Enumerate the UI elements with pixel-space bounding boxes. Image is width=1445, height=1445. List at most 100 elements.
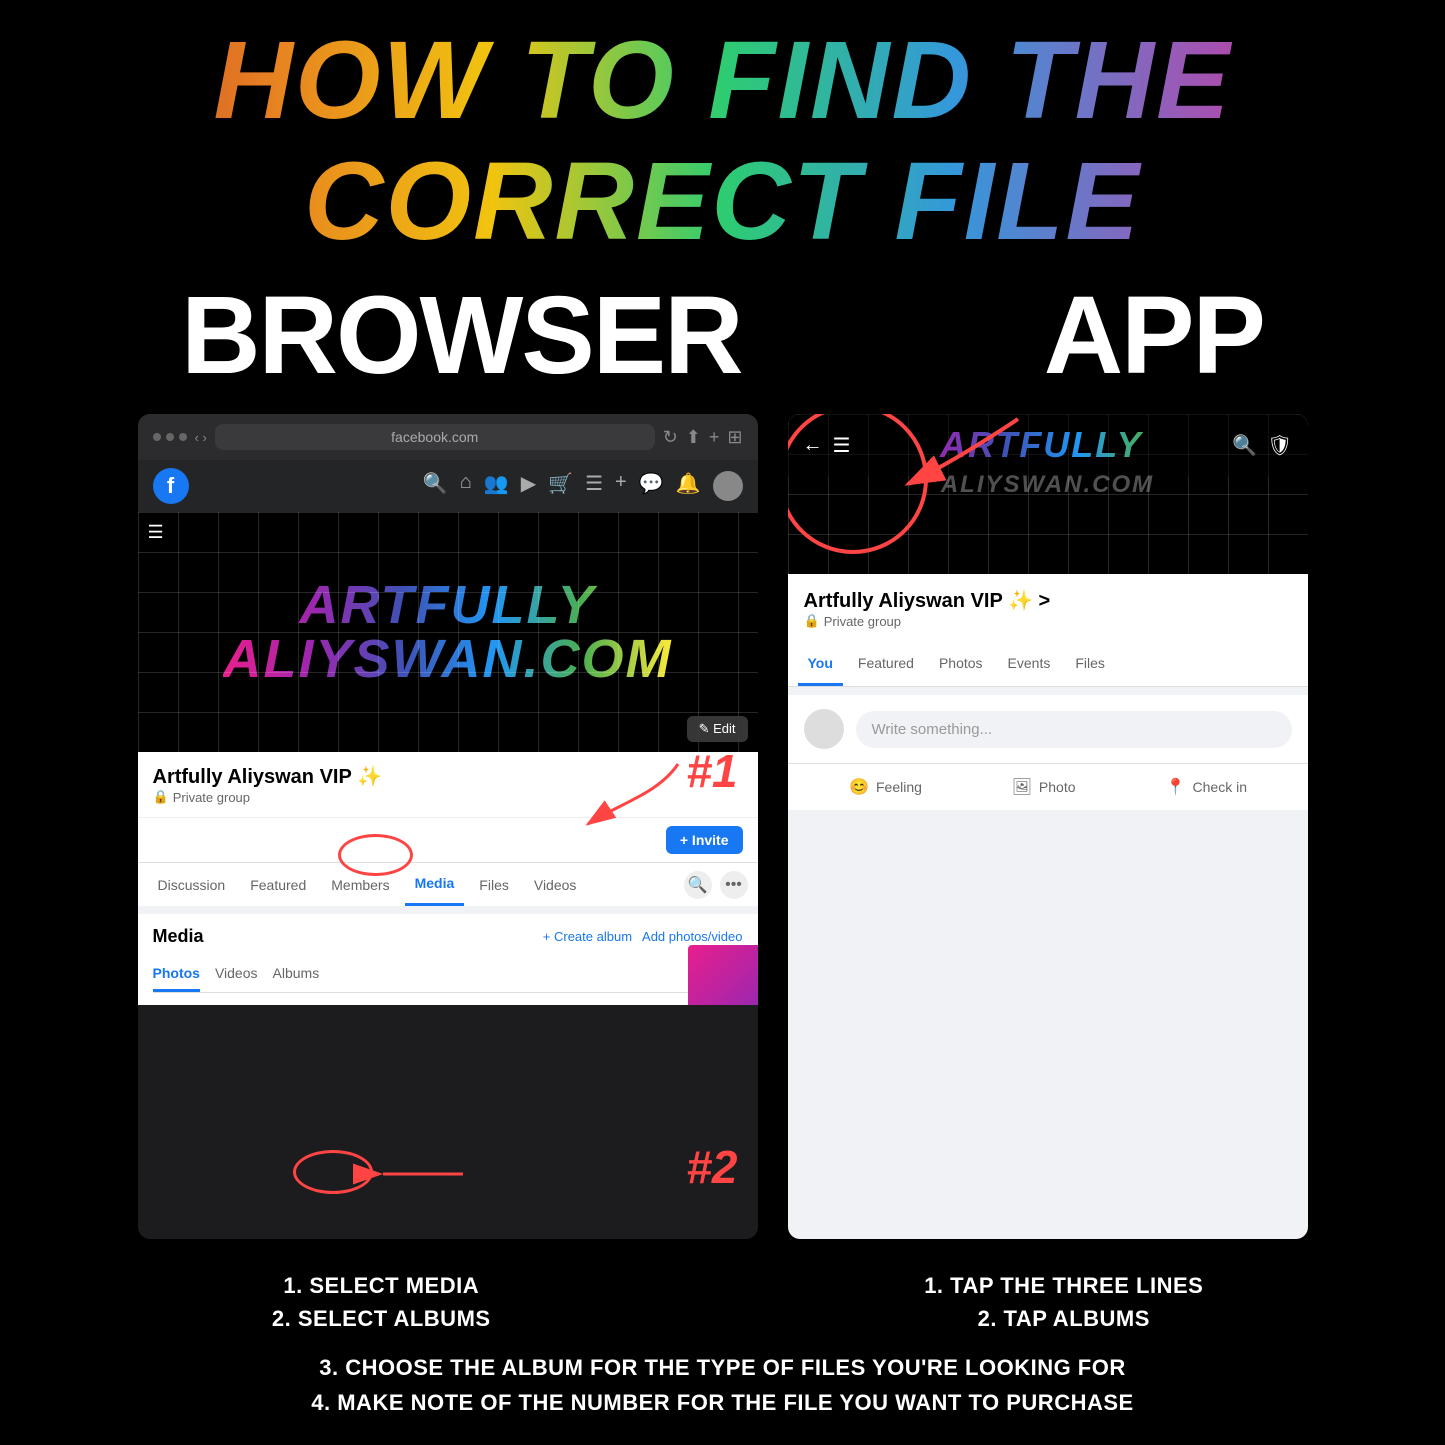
tab-videos[interactable]: Videos [524, 865, 587, 905]
browser-dots [153, 433, 187, 441]
feeling-icon: 😊 [848, 776, 870, 798]
lock-icon: 🔒 [153, 789, 169, 805]
app-tab-events[interactable]: Events [998, 643, 1061, 686]
app-user-avatar [804, 709, 844, 749]
photo-label: Photo [1039, 779, 1076, 795]
fb-notification-icon[interactable]: 🔔 [676, 471, 701, 501]
bottom-instruction: 3. CHOOSE THE ALBUM FOR THE TYPE OF FILE… [30, 1345, 1415, 1425]
checkin-label: Check in [1193, 779, 1247, 795]
app-photo-btn[interactable]: 🖼 Photo [1011, 776, 1076, 798]
browser-url-bar[interactable]: facebook.com [215, 424, 655, 450]
photo-icon: 🖼 [1011, 776, 1033, 798]
add-tab-icon[interactable]: + [709, 427, 720, 448]
facebook-logo: f [153, 468, 189, 504]
fb-video-icon[interactable]: ▶ [521, 471, 536, 501]
browser-dot-2 [166, 433, 174, 441]
tab-files[interactable]: Files [469, 865, 519, 905]
browser-top-bar: ‹ › facebook.com ↻ ⬆ + ⊞ [138, 414, 758, 460]
create-album-btn[interactable]: + Create album [543, 929, 632, 944]
tab-featured[interactable]: Featured [240, 865, 316, 905]
browser-header: BROWSER [181, 272, 741, 399]
fb-media-section: Media + Create album Add photos/video Ph… [138, 906, 758, 1005]
app-tab-files[interactable]: Files [1065, 643, 1115, 686]
arrow-2 [373, 1159, 473, 1189]
tab-media[interactable]: Media [405, 863, 465, 906]
refresh-icon[interactable]: ↻ [663, 427, 678, 448]
fb-search-icon[interactable]: 🔍 [423, 471, 448, 501]
feeling-label: Feeling [876, 779, 922, 795]
arrow-1 [578, 754, 698, 844]
browser-screenshot: ‹ › facebook.com ↻ ⬆ + ⊞ f 🔍 ⌂ 👥 ▶ 🛒 [138, 414, 758, 1239]
media-title: Media [153, 926, 204, 947]
app-header-area: ← ☰ ARTFULLY 🔍 🛡 ALIYSWAN.COM [788, 414, 1308, 574]
artfully-text-browser: ARTFULLY [223, 578, 673, 632]
sub-tab-albums[interactable]: Albums [273, 957, 320, 992]
app-tab-photos[interactable]: Photos [929, 643, 993, 686]
app-lock-icon: 🔒 [804, 613, 820, 629]
fb-tab-icons: 🔍 ••• [684, 871, 748, 899]
hamburger-icon[interactable]: ☰ [148, 522, 164, 543]
tab-search-icon[interactable]: 🔍 [684, 871, 712, 899]
fb-home-icon[interactable]: ⌂ [460, 471, 472, 501]
main-container: HOW TO FIND THE CORRECT FILE BROWSER APP… [0, 0, 1445, 1445]
fb-nav-icons: 🔍 ⌂ 👥 ▶ 🛒 ☰ + 💬 🔔 [423, 471, 743, 501]
arrow-app [888, 414, 1048, 514]
fb-media-actions: + Create album Add photos/video [543, 929, 743, 944]
app-write-box[interactable]: Write something... [856, 711, 1292, 748]
app-instruction-2: 2. TAP ALBUMS [733, 1302, 1396, 1335]
main-title: HOW TO FIND THE CORRECT FILE [30, 20, 1415, 262]
edit-button[interactable]: ✎ Edit [687, 716, 748, 742]
circle-media [338, 834, 413, 876]
fb-messenger-icon[interactable]: 💬 [639, 471, 664, 501]
browser-instruction-1: 1. SELECT MEDIA [50, 1269, 713, 1302]
bottom-line-3: 3. CHOOSE THE ALBUM FOR THE TYPE OF FILE… [50, 1350, 1395, 1385]
annotation-2: #2 [686, 1140, 737, 1194]
app-group-info: Artfully Aliyswan VIP ✨ > 🔒 Private grou… [788, 574, 1308, 643]
checkin-icon: 📍 [1165, 776, 1187, 798]
fb-group-logo-area: ARTFULLY ALIYSWAN.COM [223, 578, 673, 686]
app-action-row: 😊 Feeling 🖼 Photo 📍 Check in [788, 763, 1308, 810]
app-search-icon[interactable]: 🔍 [1232, 433, 1257, 458]
aliyswan-text-browser: ALIYSWAN.COM [223, 632, 673, 686]
screenshots-row: ‹ › facebook.com ↻ ⬆ + ⊞ f 🔍 ⌂ 👥 ▶ 🛒 [30, 414, 1415, 1239]
add-photos-btn[interactable]: Add photos/video [642, 929, 742, 944]
browser-back-btn: ‹ › [195, 430, 207, 445]
fb-top-nav: f 🔍 ⌂ 👥 ▶ 🛒 ☰ + 💬 🔔 [138, 460, 758, 512]
fb-group-header: ARTFULLY ALIYSWAN.COM ✎ Edit ☰ [138, 512, 758, 752]
fb-avatar [713, 471, 743, 501]
app-private-label: 🔒 Private group [804, 613, 1292, 629]
section-headers: BROWSER APP [30, 272, 1415, 399]
app-tab-you[interactable]: You [798, 643, 843, 686]
tab-discussion[interactable]: Discussion [148, 865, 236, 905]
circle-albums [293, 1150, 373, 1194]
app-group-name: Artfully Aliyswan VIP ✨ > [804, 588, 1292, 613]
grid-icon[interactable]: ⊞ [727, 427, 742, 448]
app-shield-icon[interactable]: 🛡 [1267, 433, 1292, 458]
browser-nav-icons: ↻ ⬆ + ⊞ [663, 427, 743, 448]
app-feeling-btn[interactable]: 😊 Feeling [848, 776, 922, 798]
app-instruction-1: 1. TAP THE THREE LINES [733, 1269, 1396, 1302]
instructions-row: 1. SELECT MEDIA 2. SELECT ALBUMS 1. TAP … [30, 1259, 1415, 1345]
app-tab-featured[interactable]: Featured [848, 643, 924, 686]
app-header: APP [1044, 272, 1264, 399]
app-write-area: Write something... [788, 687, 1308, 763]
tab-more-icon[interactable]: ••• [720, 871, 748, 899]
sub-tab-photos[interactable]: Photos [153, 957, 200, 992]
media-thumbnail [688, 945, 758, 1005]
app-nav-right: 🔍 🛡 [1232, 433, 1292, 458]
browser-instructions: 1. SELECT MEDIA 2. SELECT ALBUMS [50, 1269, 713, 1335]
title-row: HOW TO FIND THE CORRECT FILE [30, 20, 1415, 262]
fb-store-icon[interactable]: 🛒 [548, 471, 573, 501]
fb-plus-icon[interactable]: + [615, 471, 627, 501]
bottom-line-4: 4. MAKE NOTE OF THE NUMBER FOR THE FILE … [50, 1385, 1395, 1420]
fb-menu-icon[interactable]: ☰ [585, 471, 603, 501]
app-instructions: 1. TAP THE THREE LINES 2. TAP ALBUMS [733, 1269, 1396, 1335]
browser-dot-3 [179, 433, 187, 441]
sub-tab-videos[interactable]: Videos [215, 957, 258, 992]
app-tabs: You Featured Photos Events Files [788, 643, 1308, 687]
app-screenshot: ← ☰ ARTFULLY 🔍 🛡 ALIYSWAN.COM [788, 414, 1308, 1239]
fb-people-icon[interactable]: 👥 [484, 471, 509, 501]
app-checkin-btn[interactable]: 📍 Check in [1165, 776, 1247, 798]
fb-tabs: Discussion Featured Members Media Files … [138, 862, 758, 906]
share-icon[interactable]: ⬆ [686, 427, 701, 448]
